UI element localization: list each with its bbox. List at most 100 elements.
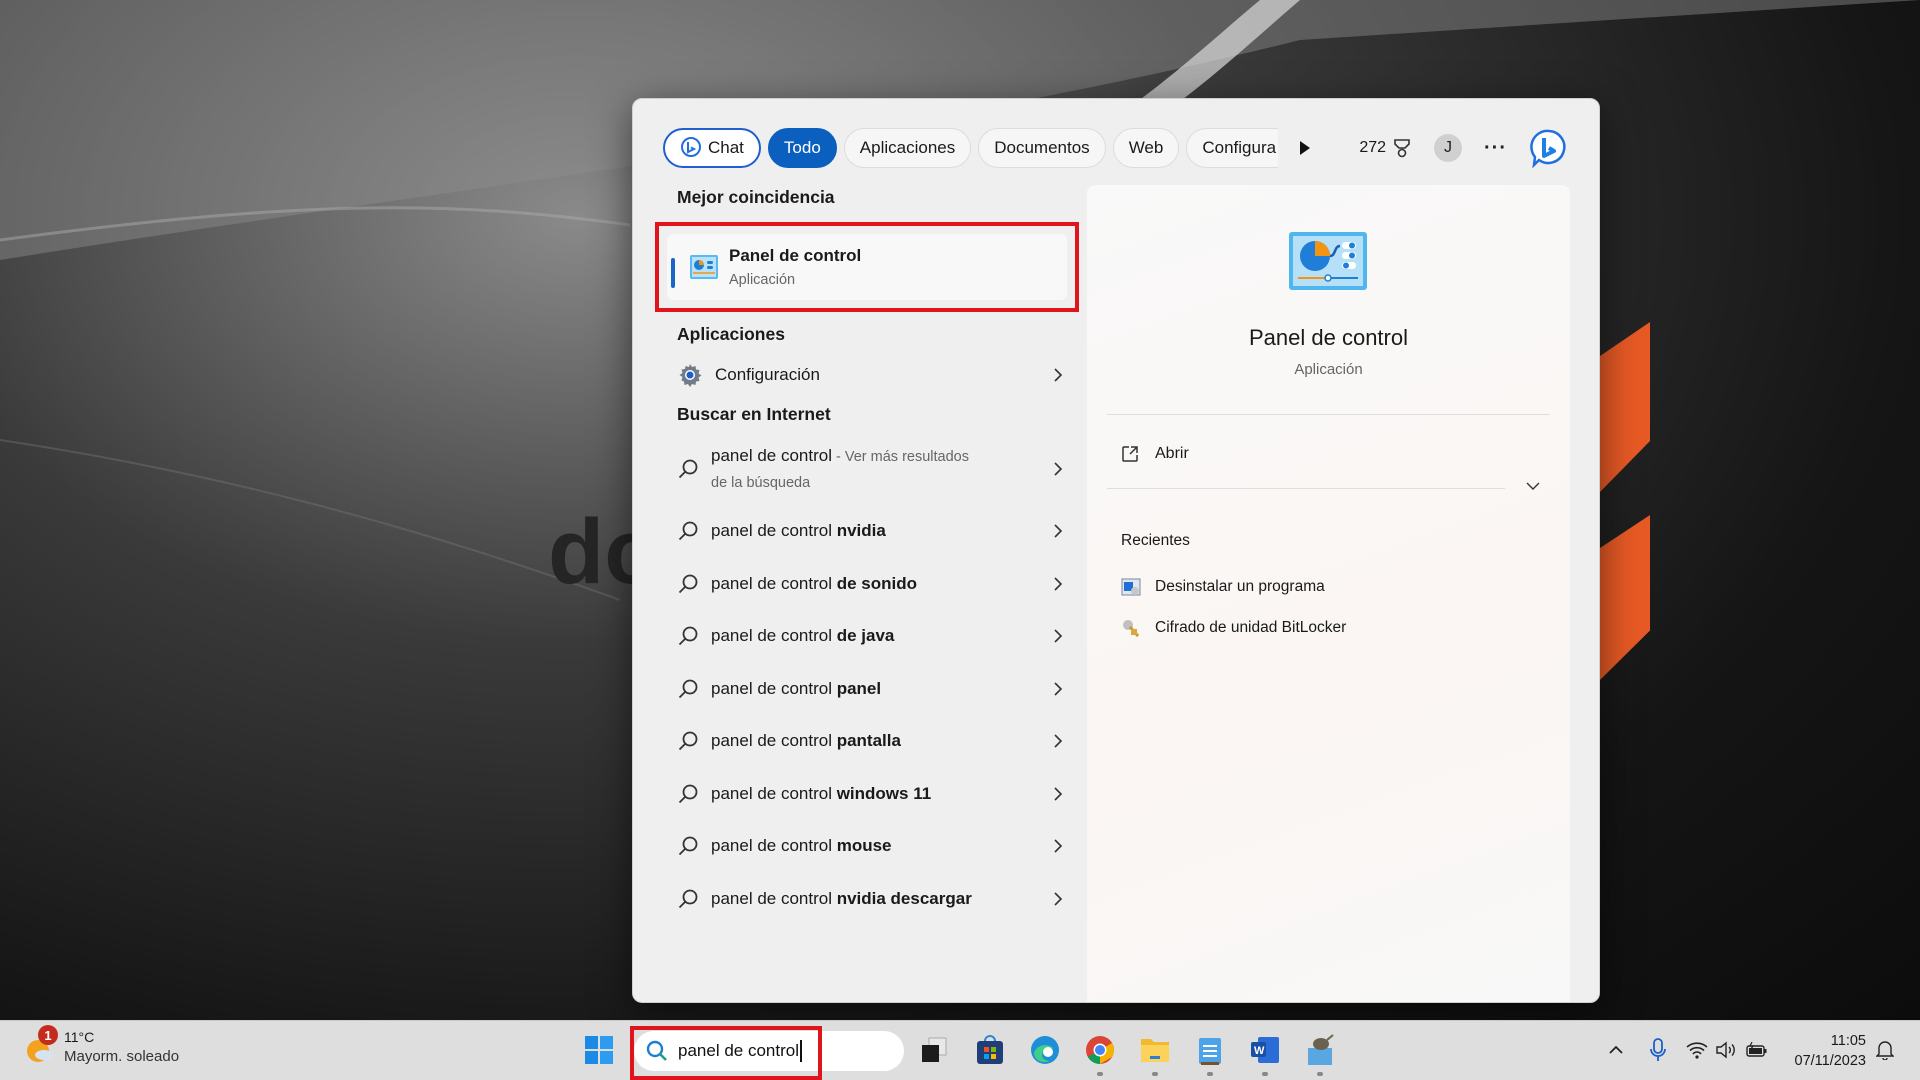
tab-label: Web [1128, 138, 1164, 157]
divider [1107, 488, 1505, 489]
recent-item[interactable]: Desinstalar un programa [1121, 578, 1325, 596]
tab-todo[interactable]: Todo [767, 128, 837, 168]
taskbar-app-gimp[interactable] [1303, 1033, 1337, 1067]
trophy-icon [1394, 139, 1410, 158]
tab-configuracion[interactable]: Configura [1186, 128, 1279, 168]
taskbar-app-file-explorer[interactable] [1138, 1033, 1172, 1067]
recent-label: Cifrado de unidad BitLocker [1155, 619, 1347, 636]
app-result-configuracion[interactable]: Configuración [655, 349, 1085, 401]
apps-heading: Aplicaciones [677, 324, 785, 344]
suggestion-prefix: panel de control [711, 731, 837, 751]
header-actions: 272 J ··· [1359, 127, 1569, 169]
weather-widget[interactable]: 1 11°C Mayorm. soleado [26, 1025, 179, 1065]
running-indicator [1317, 1072, 1323, 1076]
web-suggestion-item[interactable]: panel de control mouse [655, 820, 1085, 873]
web-suggestion-item[interactable]: panel de control panel [655, 663, 1085, 716]
more-tabs-button[interactable] [1295, 128, 1315, 168]
taskbar-app-edge[interactable] [1028, 1033, 1062, 1067]
microphone-button[interactable] [1643, 1033, 1673, 1067]
suggestion-label: panel de control panel [711, 679, 881, 699]
running-indicator [1207, 1072, 1213, 1076]
show-hidden-icons-button[interactable] [1601, 1033, 1631, 1067]
tab-label: Aplicaciones [859, 138, 956, 157]
web-suggestion-item[interactable]: panel de control de sonido [655, 558, 1085, 611]
results-list: Mejor coincidencia Panel de control Apli… [655, 187, 1085, 925]
tab-aplicaciones[interactable]: Aplicaciones [843, 128, 972, 168]
web-suggestions: panel de control nvidia panel de control … [655, 505, 1085, 925]
user-avatar[interactable]: J [1434, 134, 1463, 162]
tab-documentos[interactable]: Documentos [978, 128, 1106, 168]
bell-icon [1876, 1041, 1894, 1060]
chevron-right-icon [1054, 462, 1063, 476]
play-arrow-icon [1300, 141, 1311, 155]
best-match-item[interactable]: Panel de control Aplicación [667, 234, 1067, 300]
notifications-button[interactable] [1870, 1033, 1900, 1067]
open-action[interactable]: Abrir [1121, 445, 1189, 463]
open-label: Abrir [1155, 445, 1189, 462]
query-hint-line2: de la búsqueda [711, 474, 811, 491]
suggestion-label: panel de control de sonido [711, 574, 917, 594]
suggestion-completion: de java [836, 626, 895, 646]
search-icon [678, 784, 698, 803]
clock[interactable]: 11:05 07/11/2023 [1795, 1031, 1867, 1071]
chevron-right-icon [1054, 839, 1063, 853]
more-options-button[interactable]: ··· [1484, 137, 1507, 160]
suggestion-label: panel de control de java [711, 626, 894, 646]
web-suggestion-item[interactable]: panel de control de java [655, 610, 1085, 663]
web-suggestion-item[interactable]: panel de control nvidia descargar [655, 873, 1085, 926]
wifi-icon [1686, 1042, 1708, 1059]
expand-chevron-icon[interactable] [1526, 481, 1540, 491]
recent-heading: Recientes [1121, 532, 1190, 549]
windows-logo-icon [585, 1036, 613, 1064]
tab-web[interactable]: Web [1112, 128, 1180, 168]
gimp-icon [1308, 1034, 1334, 1065]
tab-label: Documentos [994, 138, 1090, 157]
start-button[interactable] [582, 1033, 616, 1067]
web-suggestion-item[interactable]: panel de control pantalla [655, 715, 1085, 768]
wifi-button[interactable] [1682, 1033, 1712, 1067]
taskbar-app-notepad[interactable] [1193, 1033, 1227, 1067]
best-match-highlight: Panel de control Aplicación [655, 222, 1079, 312]
tab-label: Configura [1202, 138, 1277, 157]
rewards-count: 272 [1359, 139, 1387, 156]
suggestion-prefix: panel de control [711, 521, 837, 541]
volume-icon [1716, 1041, 1735, 1059]
notepad-icon [1199, 1038, 1221, 1065]
clock-time: 11:05 [1830, 1033, 1866, 1049]
control-panel-large-icon [1289, 232, 1367, 290]
recent-item[interactable]: Cifrado de unidad BitLocker [1121, 618, 1346, 638]
suggestion-completion: mouse [836, 836, 892, 856]
preview-subtitle: Aplicación [1294, 361, 1363, 378]
web-suggestion-item[interactable]: panel de control windows 11 [655, 768, 1085, 821]
taskbar-app-chrome[interactable] [1083, 1033, 1117, 1067]
task-view-button[interactable] [917, 1033, 951, 1067]
rewards-points[interactable]: 272 [1359, 138, 1412, 158]
suggestion-label: panel de control pantalla [711, 731, 901, 751]
tab-label: Todo [783, 138, 821, 157]
clock-date: 07/11/2023 [1794, 1053, 1867, 1069]
bing-logo-icon[interactable] [1529, 128, 1569, 168]
control-panel-icon [690, 255, 718, 279]
edge-browser-icon [1031, 1036, 1059, 1064]
folder-icon [1141, 1039, 1169, 1062]
best-match-subtitle: Aplicación [729, 272, 796, 288]
search-icon [678, 521, 698, 541]
chevron-right-icon [1054, 892, 1063, 906]
preview-pane: Panel de control Aplicación Abrir Recien… [1087, 185, 1570, 1002]
taskbar-app-store[interactable] [973, 1033, 1007, 1067]
word-icon: W [1251, 1037, 1279, 1063]
chevron-right-icon [1054, 524, 1063, 538]
suggestion-prefix: panel de control [711, 626, 837, 646]
battery-button[interactable] [1742, 1033, 1772, 1067]
tab-chat[interactable]: Chat [663, 128, 761, 168]
bitlocker-key-icon [1123, 620, 1140, 637]
search-panel: Chat Todo Aplicaciones Documentos Web Co… [632, 98, 1600, 1003]
running-indicator [1097, 1072, 1103, 1076]
web-result-main[interactable]: panel de control - Ver más resultados de… [655, 433, 1085, 505]
taskbar-app-word[interactable]: W [1248, 1033, 1282, 1067]
best-match-heading: Mejor coincidencia [677, 187, 835, 207]
uninstall-program-icon [1121, 578, 1141, 596]
notification-badge: 1 [38, 1025, 58, 1045]
volume-button[interactable] [1712, 1033, 1742, 1067]
web-suggestion-item[interactable]: panel de control nvidia [655, 505, 1085, 558]
